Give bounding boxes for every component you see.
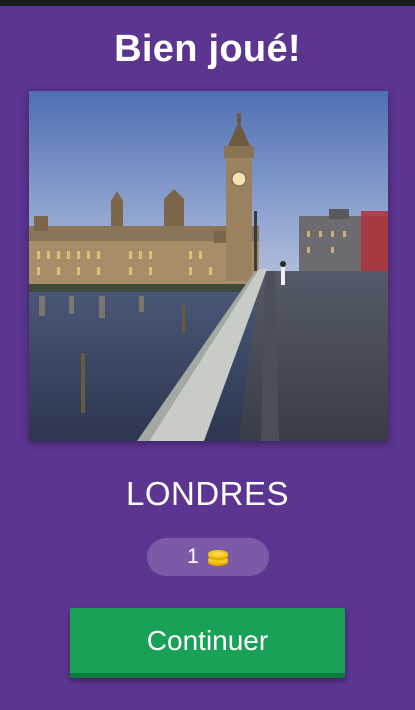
status-bar: [0, 0, 415, 6]
city-photo: [29, 91, 388, 441]
coin-count: 1: [187, 545, 199, 568]
answer-text: LONDRES: [125, 475, 290, 512]
continue-button[interactable]: Continuer: [70, 608, 345, 678]
coin-stack-icon: [207, 550, 228, 566]
coin-reward-badge: 1: [147, 538, 269, 576]
page-title: Bien joué!: [114, 28, 301, 70]
